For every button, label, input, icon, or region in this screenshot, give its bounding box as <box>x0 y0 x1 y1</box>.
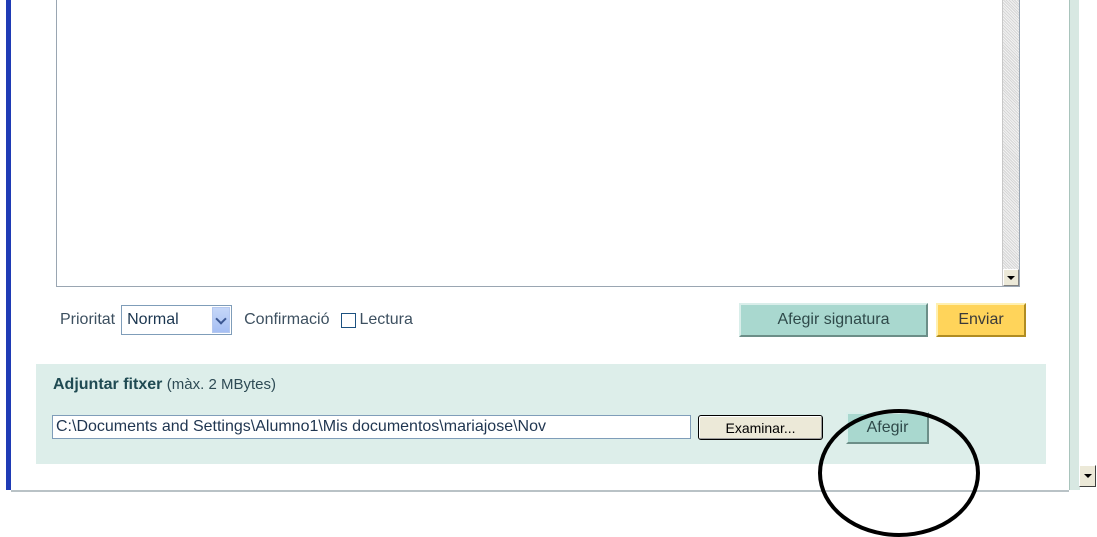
read-receipt-label: Lectura <box>359 311 413 328</box>
attach-size-limit: (màx. 2 MBytes) <box>166 376 276 393</box>
attach-file-heading: Adjuntar fitxer (màx. 2 MBytes) <box>53 376 276 394</box>
textarea-scroll-down-button[interactable] <box>1003 269 1019 286</box>
arrow-down-icon <box>1083 474 1092 478</box>
priority-select-value: Normal <box>127 311 179 328</box>
file-path-input[interactable]: C:\Documents and Settings\Alumno1\Mis do… <box>52 415 691 439</box>
dropdown-button[interactable] <box>212 307 231 333</box>
confirmation-label: Confirmació <box>244 311 330 328</box>
page-scroll-down-button[interactable] <box>1079 465 1096 487</box>
compose-options-row: Prioritat Normal Confirmació Lectura <box>60 303 413 337</box>
send-button[interactable]: Enviar <box>936 303 1026 337</box>
chevron-down-icon <box>215 312 227 325</box>
message-body-textarea[interactable] <box>56 0 1020 287</box>
arrow-down-icon <box>1007 275 1015 280</box>
priority-select[interactable]: Normal <box>121 305 233 335</box>
browse-button[interactable]: Examinar... <box>698 415 823 440</box>
highlight-circle-annotation <box>818 409 980 537</box>
add-signature-button[interactable]: Afegir signatura <box>739 303 928 337</box>
textarea-scrollbar[interactable] <box>1002 0 1019 286</box>
page-left-border <box>6 0 11 490</box>
page-scrollbar-track[interactable] <box>1079 0 1096 465</box>
priority-label: Prioritat <box>60 311 116 328</box>
read-receipt-checkbox[interactable] <box>341 312 357 328</box>
attach-file-title: Adjuntar fitxer <box>53 376 163 393</box>
